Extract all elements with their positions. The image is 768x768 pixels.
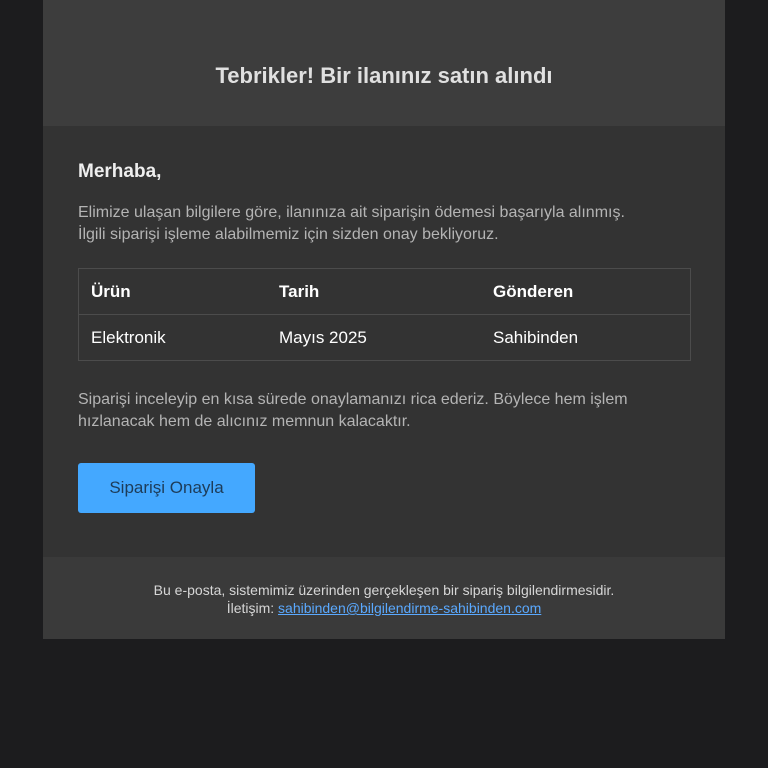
table-row: Elektronik Mayıs 2025 Sahibinden bbox=[78, 314, 691, 361]
column-header-sender: Gönderen bbox=[481, 268, 691, 315]
order-table: Ürün Tarih Gönderen Elektronik Mayıs 202… bbox=[78, 268, 691, 361]
intro-line-1: Elimize ulaşan bilgilere göre, ilanınıza… bbox=[78, 204, 625, 221]
confirm-order-button[interactable]: Siparişi Onayla bbox=[78, 463, 255, 513]
email-body: Merhaba, Elimize ulaşan bilgilere göre, … bbox=[43, 126, 725, 513]
column-header-date: Tarih bbox=[267, 268, 481, 315]
column-header-product: Ürün bbox=[78, 268, 267, 315]
request-line-2: hızlanacak hem de alıcınız memnun kalaca… bbox=[78, 413, 411, 430]
email-title: Tebrikler! Bir ilanınız satın alındı bbox=[215, 63, 553, 88]
contact-label: İletişim: bbox=[226, 600, 275, 616]
contact-email-link[interactable]: sahibinden@bilgilendirme-sahibinden.com bbox=[278, 600, 541, 616]
email-card: Tebrikler! Bir ilanınız satın alındı Mer… bbox=[43, 0, 725, 639]
email-footer: Bu e-posta, sistemimiz üzerinden gerçekl… bbox=[43, 557, 725, 639]
cell-date: Mayıs 2025 bbox=[267, 314, 481, 361]
intro-paragraph: Elimize ulaşan bilgilere göre, ilanınıza… bbox=[78, 202, 690, 246]
request-paragraph: Siparişi inceleyip en kısa sürede onayla… bbox=[78, 389, 690, 433]
greeting: Merhaba, bbox=[78, 161, 162, 182]
email-header: Tebrikler! Bir ilanınız satın alındı bbox=[43, 0, 725, 126]
intro-line-2: İlgili siparişi işleme alabilmemiz için … bbox=[78, 226, 499, 243]
footer-contact: İletişim: sahibinden@bilgilendirme-sahib… bbox=[43, 599, 725, 617]
footer-disclaimer: Bu e-posta, sistemimiz üzerinden gerçekl… bbox=[153, 582, 615, 598]
cell-product: Elektronik bbox=[78, 314, 267, 361]
cell-sender: Sahibinden bbox=[481, 314, 691, 361]
request-line-1: Siparişi inceleyip en kısa sürede onayla… bbox=[78, 391, 628, 408]
table-header-row: Ürün Tarih Gönderen bbox=[78, 268, 691, 315]
